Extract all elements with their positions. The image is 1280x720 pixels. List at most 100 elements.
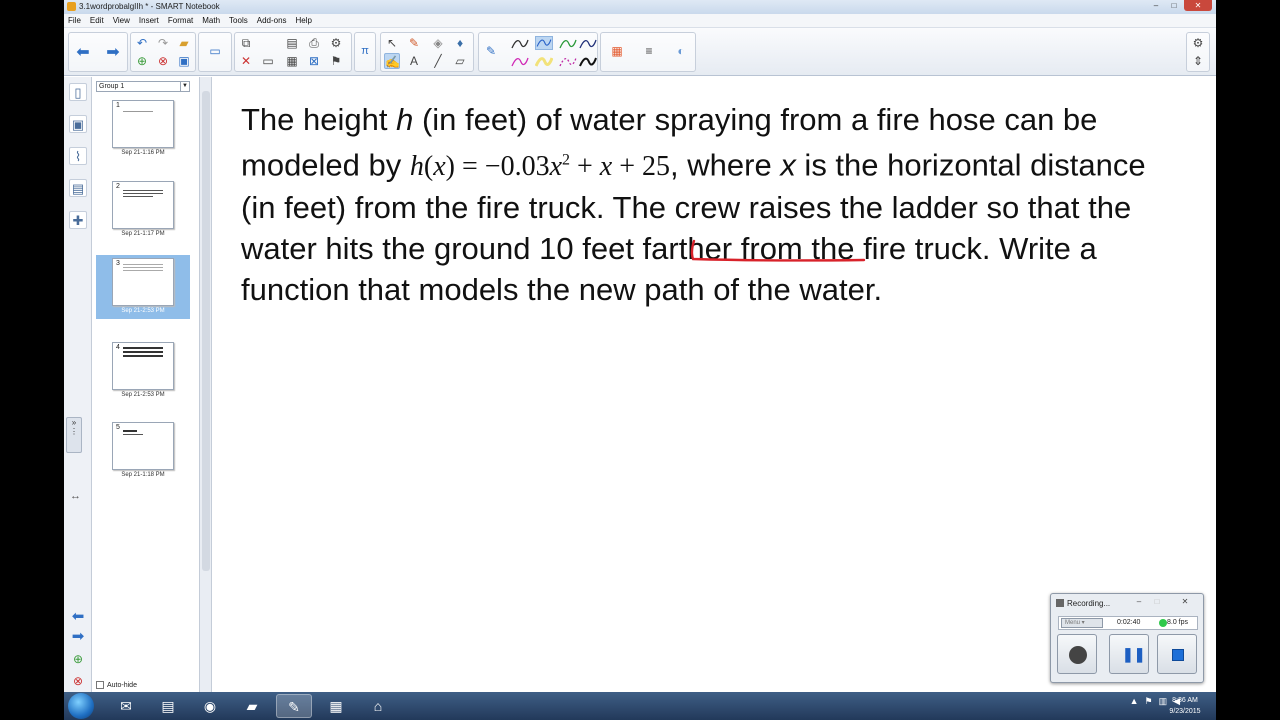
menu-math[interactable]: Math: [202, 16, 220, 25]
start-button[interactable]: [68, 693, 94, 719]
magic-pen-icon[interactable]: ✎: [406, 35, 422, 51]
delete-page-icon[interactable]: ⊗: [155, 53, 171, 69]
record-button[interactable]: [1057, 634, 1097, 674]
page-thumbnail-2[interactable]: 2 Sep 21-1:17 PM: [96, 178, 190, 242]
stop-button[interactable]: [1157, 634, 1197, 674]
pen-style-blue-icon[interactable]: [535, 36, 553, 50]
undo-icon[interactable]: ↶: [134, 35, 150, 51]
recorder-menu[interactable]: Menu ▾: [1061, 618, 1103, 628]
text-icon[interactable]: A: [406, 53, 422, 69]
chrome-icon[interactable]: ◉: [192, 694, 228, 718]
math-group: π: [354, 32, 376, 72]
clock[interactable]: 8:36 AM 9/23/2015: [1158, 695, 1212, 717]
pause-icon: ❚❚: [1122, 646, 1146, 662]
open-file-icon[interactable]: ▰: [176, 35, 192, 51]
notepad-icon[interactable]: ▤: [150, 694, 186, 718]
menu-insert[interactable]: Insert: [139, 16, 159, 25]
autohide-checkbox[interactable]: [96, 681, 104, 689]
table-icon[interactable]: ▦: [284, 53, 300, 69]
screen-shade-icon[interactable]: ▭: [260, 53, 276, 69]
pen-style-green-icon[interactable]: [559, 37, 577, 51]
properties-icon[interactable]: ⚑: [328, 53, 344, 69]
next-page-icon[interactable]: ➡: [105, 45, 121, 61]
pen-icon[interactable]: ✎: [483, 43, 499, 59]
smart-notebook-icon[interactable]: ✎: [276, 694, 312, 718]
outlook-icon[interactable]: ✉: [108, 694, 144, 718]
full-screen-icon[interactable]: ▭: [207, 43, 223, 59]
maximize-button[interactable]: □: [1166, 0, 1182, 11]
sidebar-add-page-icon[interactable]: ⊕: [70, 652, 86, 666]
pen-style-black-icon[interactable]: [511, 37, 529, 51]
recorder-maximize-button[interactable]: □: [1149, 597, 1165, 607]
close-button[interactable]: ✕: [1184, 0, 1212, 11]
menu-edit[interactable]: Edit: [90, 16, 104, 25]
window-title: 3.1wordprobalgIIh * - SMART Notebook: [79, 2, 220, 11]
pens-icon[interactable]: ✍: [384, 53, 400, 69]
network-app-icon[interactable]: ⌂: [360, 694, 396, 718]
menu-file[interactable]: File: [68, 16, 81, 25]
gallery-icon[interactable]: ▣: [69, 115, 87, 133]
previous-page-icon[interactable]: ⬅: [75, 45, 91, 61]
menu-format[interactable]: Format: [168, 16, 193, 25]
page-thumbnail-5[interactable]: 5 Sep 21-1:18 PM: [96, 419, 190, 483]
page-thumbnail-1[interactable]: 1 Sep 21-1:16 PM: [96, 97, 190, 161]
problem-text: The height h (in feet) of water spraying…: [241, 99, 1161, 310]
recorder-menu-label: Menu: [1065, 620, 1081, 626]
select-pointer-icon[interactable]: ↖: [384, 35, 400, 51]
page-sorter-icon[interactable]: ▯: [69, 83, 87, 101]
line-style-icon[interactable]: ≡: [641, 43, 657, 59]
line-icon[interactable]: ╱: [430, 53, 446, 69]
flag-icon[interactable]: ⚑: [1144, 696, 1152, 707]
properties-tab-icon[interactable]: ▤: [69, 179, 87, 197]
fill-icon[interactable]: ♦: [452, 35, 468, 51]
color-palette-icon[interactable]: ▦: [609, 43, 625, 59]
sidebar-next-icon[interactable]: ➡: [70, 629, 86, 644]
pen-style-navy-icon[interactable]: [579, 37, 597, 51]
sidebar-prev-icon[interactable]: ⬅: [70, 609, 86, 624]
clock-time: 8:36 AM: [1172, 697, 1198, 704]
screen-capture-icon[interactable]: ⧉: [238, 35, 254, 51]
addons-icon[interactable]: ✚: [69, 211, 87, 229]
minimize-button[interactable]: –: [1148, 0, 1164, 11]
resize-handle-icon[interactable]: ↔: [70, 490, 81, 502]
eraser-tool-icon[interactable]: ▱: [452, 53, 468, 69]
recorder-minimize-button[interactable]: –: [1131, 597, 1147, 607]
sorter-scrollbar[interactable]: [200, 77, 212, 692]
menu-tools[interactable]: Tools: [229, 16, 248, 25]
delete-icon[interactable]: ✕: [238, 53, 254, 69]
add-page-icon[interactable]: ⊕: [134, 53, 150, 69]
pen-style-yellow-icon[interactable]: [535, 55, 553, 69]
document-camera-icon[interactable]: ⎙: [306, 35, 322, 51]
math-tools-icon[interactable]: π: [357, 43, 373, 59]
gear-icon[interactable]: ⚙: [1190, 35, 1206, 51]
pen-style-thick-icon[interactable]: [579, 55, 597, 69]
explorer-icon[interactable]: ▰: [234, 694, 270, 718]
pause-button[interactable]: ❚❚: [1109, 634, 1149, 674]
image-icon[interactable]: ▤: [284, 35, 300, 51]
group-select[interactable]: Group 1 ▼: [96, 81, 190, 92]
sidebar-delete-page-icon[interactable]: ⊗: [70, 674, 86, 688]
redo-icon[interactable]: ↷: [155, 35, 171, 51]
media-app-icon[interactable]: ▦: [318, 694, 354, 718]
pen-style-dashed-icon[interactable]: [559, 55, 577, 69]
menu-help[interactable]: Help: [296, 16, 312, 25]
eraser-icon[interactable]: ◈: [430, 35, 446, 51]
pen-style-magenta-icon[interactable]: [511, 55, 529, 69]
recorder-close-button[interactable]: ✕: [1177, 597, 1193, 607]
attachments-icon[interactable]: ⌇: [69, 147, 87, 165]
save-icon[interactable]: ▣: [176, 53, 192, 69]
menu-view[interactable]: View: [113, 16, 130, 25]
page-number: 1: [116, 102, 120, 109]
settings-group: ⚙ ⇕: [1186, 32, 1210, 72]
page-thumbnail-4[interactable]: 4 Sep 21-2:53 PM: [96, 339, 190, 403]
page-thumbnail-3[interactable]: 3 Sep 21-2:53 PM: [96, 255, 190, 319]
recognize-icon[interactable]: ⚙: [328, 35, 344, 51]
autohide-label: Auto-hide: [107, 681, 137, 689]
autohide-option[interactable]: Auto-hide: [96, 681, 137, 689]
collapse-sidebar-button[interactable]: » ⋮: [66, 417, 82, 453]
toolbar-position-icon[interactable]: ⇕: [1190, 53, 1206, 69]
close-frame-icon[interactable]: ⊠: [306, 53, 322, 69]
menu-addons[interactable]: Add-ons: [257, 16, 287, 25]
show-hidden-icon[interactable]: ▲: [1130, 696, 1139, 707]
transparency-icon[interactable]: ◐: [673, 43, 689, 59]
